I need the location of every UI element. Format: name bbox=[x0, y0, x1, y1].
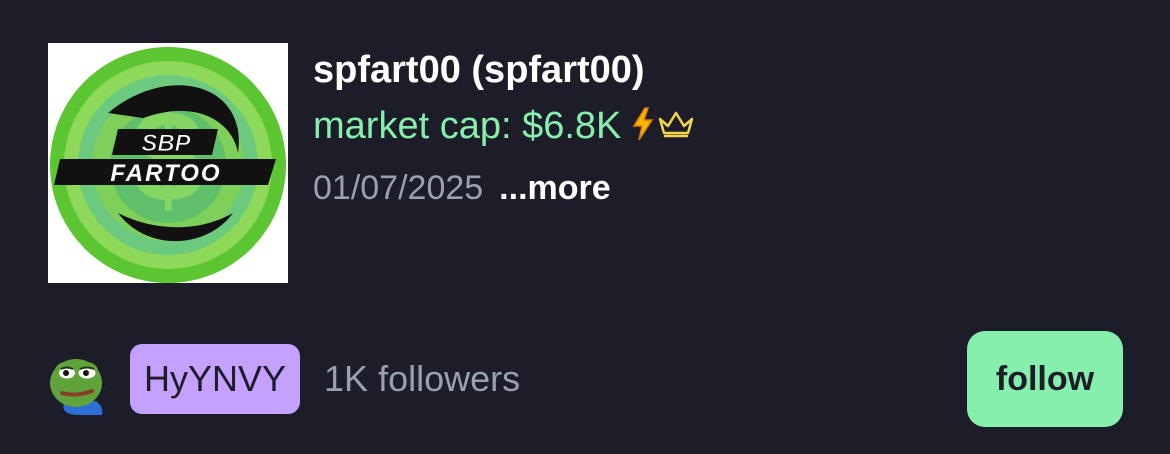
follow-button[interactable]: follow bbox=[967, 331, 1123, 427]
token-title[interactable]: spfart00 (spfart00) bbox=[313, 46, 1133, 94]
more-link[interactable]: ...more bbox=[499, 166, 610, 210]
creator-handle[interactable]: HyYNVY bbox=[130, 344, 301, 414]
bolt-icon bbox=[631, 106, 655, 146]
token-logo-image: $ SBP FARTOO bbox=[48, 43, 288, 283]
date-row: 01/07/2025 ...more bbox=[313, 166, 1133, 210]
token-info: spfart00 (spfart00) market cap: $6.8K 01… bbox=[313, 46, 1133, 210]
logo-text-bottom: FARTOO bbox=[110, 160, 221, 187]
token-logo[interactable]: $ SBP FARTOO bbox=[48, 43, 288, 283]
creator-row: HyYNVY 1K followers bbox=[46, 340, 520, 418]
follower-count: 1K followers bbox=[324, 358, 521, 399]
logo-text-top: SBP bbox=[141, 130, 191, 157]
market-cap: market cap: $6.8K bbox=[313, 105, 622, 147]
market-cap-row: market cap: $6.8K bbox=[313, 102, 1133, 150]
pepe-frog-avatar-icon[interactable] bbox=[46, 343, 118, 415]
token-card: $ SBP FARTOO spfart00 (spfart00) market … bbox=[0, 0, 1170, 454]
crown-icon bbox=[657, 109, 695, 144]
created-date: 01/07/2025 bbox=[313, 169, 484, 207]
